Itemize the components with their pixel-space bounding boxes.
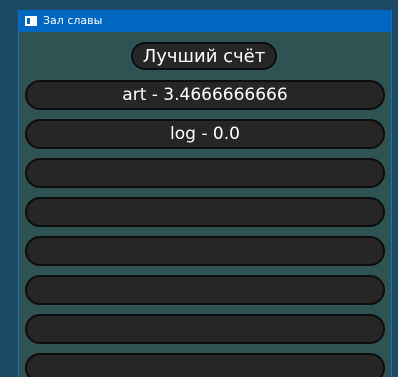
- score-row-6: [25, 275, 385, 305]
- score-row-4: [25, 197, 385, 227]
- score-row-2: log - 0.0: [25, 119, 385, 149]
- best-score-header: Лучший счёт: [131, 42, 277, 70]
- score-row-3: [25, 158, 385, 188]
- score-row-7: [25, 314, 385, 344]
- score-row-1: art - 3.4666666666: [25, 80, 385, 110]
- window-title: Зал славы: [43, 14, 103, 27]
- app-window-icon: [25, 16, 37, 26]
- scoreboard: Лучший счёт art - 3.4666666666 log - 0.0: [19, 32, 391, 377]
- desktop: Зал славы Лучший счёт art - 3.4666666666…: [0, 0, 398, 377]
- score-row-5: [25, 236, 385, 266]
- score-row-8: [25, 353, 385, 377]
- hall-of-fame-window: Зал славы Лучший счёт art - 3.4666666666…: [18, 10, 392, 377]
- title-bar[interactable]: Зал славы: [19, 10, 391, 32]
